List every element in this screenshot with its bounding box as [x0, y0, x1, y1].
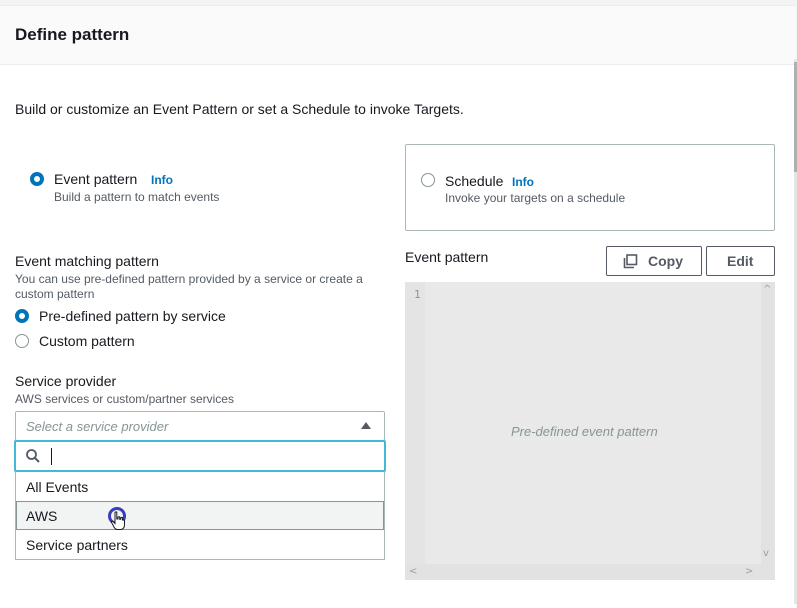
text-cursor: [51, 448, 52, 465]
scroll-left-icon[interactable]: <: [409, 566, 417, 577]
service-provider-select[interactable]: Select a service provider: [15, 411, 385, 441]
option-label: All Events: [26, 479, 89, 495]
copy-icon: [623, 254, 638, 269]
service-provider-placeholder: Select a service provider: [26, 419, 169, 434]
option-label: Service partners: [26, 537, 128, 553]
schedule-info-link[interactable]: Info: [512, 175, 534, 189]
editor-vertical-scrollbar[interactable]: ^ v: [761, 282, 775, 564]
editor-horizontal-scrollbar[interactable]: < >: [405, 564, 775, 580]
scroll-right-icon[interactable]: >: [745, 566, 753, 577]
service-provider-dropdown: All Events AWS Service partners: [15, 472, 385, 560]
scroll-down-icon[interactable]: v: [763, 548, 769, 559]
copy-button-label: Copy: [648, 253, 683, 269]
hand-cursor-icon: [111, 511, 125, 530]
edit-button[interactable]: Edit: [706, 246, 775, 276]
option-label: AWS: [26, 508, 58, 524]
caret-up-icon: [361, 422, 371, 429]
schedule-tile[interactable]: Schedule Info Invoke your targets on a s…: [405, 144, 775, 231]
line-number: 1: [414, 288, 421, 301]
event-pattern-tile[interactable]: Event pattern Info Build a pattern to ma…: [15, 144, 385, 230]
dropdown-option-all-events[interactable]: All Events: [16, 472, 384, 501]
service-provider-hint: AWS services or custom/partner services: [15, 392, 234, 406]
edit-button-label: Edit: [727, 253, 754, 269]
service-provider-label: Service provider: [15, 373, 117, 389]
dropdown-option-service-partners[interactable]: Service partners: [16, 530, 384, 559]
scroll-up-icon[interactable]: ^: [763, 284, 771, 295]
predefined-pattern-radio[interactable]: [15, 309, 29, 323]
event-pattern-sub: Build a pattern to match events: [54, 190, 220, 204]
event-pattern-info-link[interactable]: Info: [151, 173, 173, 187]
matching-hint-line1: You can use pre-defined pattern provided…: [15, 272, 363, 286]
event-pattern-editor[interactable]: 1 ^ v < > Pre-defined event pattern: [405, 282, 775, 580]
matching-hint-line2: custom pattern: [15, 287, 95, 301]
panel-title: Define pattern: [15, 25, 130, 44]
service-provider-search-input[interactable]: [14, 440, 386, 472]
matching-title: Event matching pattern: [15, 253, 159, 269]
schedule-sub: Invoke your targets on a schedule: [445, 191, 626, 205]
editor-body[interactable]: [425, 282, 763, 564]
schedule-label: Schedule: [445, 173, 504, 189]
search-icon: [26, 449, 40, 463]
editor-placeholder: Pre-defined event pattern: [511, 424, 658, 439]
event-pattern-radio[interactable]: [30, 172, 44, 186]
event-pattern-label: Event pattern: [54, 171, 138, 187]
copy-button[interactable]: Copy: [606, 246, 702, 276]
schedule-radio[interactable]: [421, 173, 435, 187]
custom-pattern-radio[interactable]: [15, 334, 29, 348]
dropdown-option-aws[interactable]: AWS: [16, 501, 384, 530]
custom-pattern-label[interactable]: Custom pattern: [39, 333, 135, 349]
panel-description: Build or customize an Event Pattern or s…: [15, 101, 464, 117]
editor-gutter: 1: [405, 282, 425, 564]
event-pattern-title: Event pattern: [405, 249, 489, 265]
predefined-pattern-label[interactable]: Pre-defined pattern by service: [39, 308, 226, 324]
panel-header: Define pattern: [0, 6, 796, 65]
